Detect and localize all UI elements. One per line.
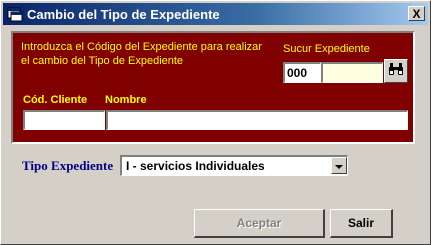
sucur-expediente-label: Sucur Expediente	[283, 43, 370, 55]
nombre-field[interactable]	[106, 110, 408, 130]
window-title: Cambio del Tipo de Expediente	[27, 7, 220, 22]
close-button[interactable]: X	[408, 6, 425, 21]
close-icon: X	[412, 6, 421, 21]
tipo-expediente-label: Tipo Expediente	[22, 158, 114, 173]
app-window-icon	[7, 6, 23, 22]
tipo-expediente-select[interactable]: I - servicios Individuales	[120, 155, 348, 176]
cod-cliente-field[interactable]	[23, 110, 105, 130]
dropdown-button[interactable]	[331, 157, 347, 174]
salir-button[interactable]: Salir	[330, 209, 393, 238]
binoculars-icon	[388, 62, 404, 81]
tipo-expediente-value: I - servicios Individuales	[126, 159, 265, 173]
chevron-down-icon	[335, 157, 343, 175]
expediente-panel: Introduzca el Código del Expediente para…	[11, 31, 415, 144]
aceptar-button[interactable]: Aceptar	[194, 209, 325, 238]
sucursal-field[interactable]: 000	[283, 62, 321, 83]
nombre-label: Nombre	[105, 94, 147, 106]
dialog-window: Cambio del Tipo de Expediente X Introduz…	[0, 0, 431, 245]
search-button[interactable]	[384, 59, 408, 83]
instruction-text: Introduzca el Código del Expediente para…	[21, 41, 262, 67]
cod-cliente-label: Cód. Cliente	[23, 94, 88, 106]
expediente-field[interactable]	[321, 62, 383, 83]
title-bar[interactable]: Cambio del Tipo de Expediente X	[3, 3, 428, 25]
